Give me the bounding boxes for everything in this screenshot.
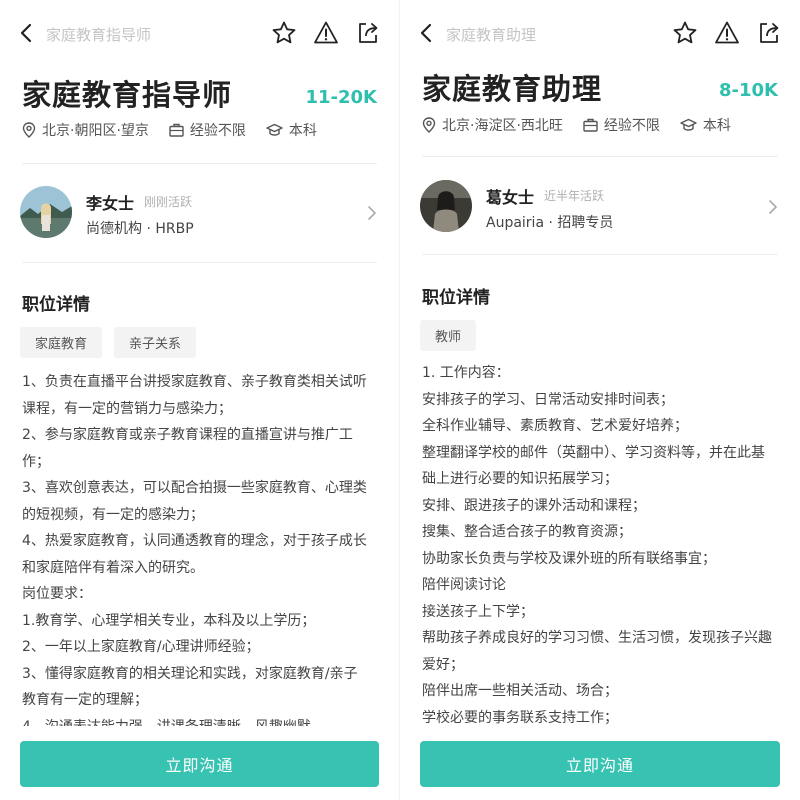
meta-experience: 经验不限 [583,115,660,135]
top-actions [672,20,782,46]
meta-location: 北京·朝阳区·望京 [22,120,149,140]
description-line: 课程，有一定的营销力与感染力； [22,400,232,417]
description-line: 1. 工作内容： [422,365,510,381]
description-line: 安排、跟进孩子的课外活动和课程； [422,497,646,514]
recruiter-name: 葛女士 [486,188,535,207]
description-line: 础上进行必要的知识拓展学习； [422,471,618,487]
active-status: 近半年活跃 [544,189,605,203]
job-description: 1. 工作内容： 安排孩子的学习、日常活动安排时间表； 全科作业辅导、素质教育、… [422,360,778,731]
tag-list: 家庭教育 亲子关系 [20,327,197,358]
description-line: 4、热爱家庭教育，认同通透教育的理念，对于孩子成长 [22,533,367,549]
recruiter-company: 尚德机构 · HRBP [86,221,194,237]
section-title: 职位详情 [22,295,90,315]
description-line: 搜集、整合适合孩子的教育资源； [422,524,632,540]
tag: 家庭教育 [20,327,103,358]
graduation-cap-icon [680,118,697,131]
description-line: 作； [22,453,50,470]
star-icon[interactable] [271,20,297,46]
job-detail-screen-right: 家庭教育助理 家庭教育助理 8-10K 北京·海淀区·西北旺 经验不限 本科 葛… [400,0,800,800]
job-meta: 北京·朝阳区·望京 经验不限 本科 [22,120,337,140]
job-meta: 北京·海淀区·西北旺 经验不限 本科 [422,115,751,135]
location-text: 北京·朝阳区·望京 [42,123,149,139]
description-line: 全科作业辅导、素质教育、艺术爱好培养； [422,418,688,434]
back-chevron-icon[interactable] [416,22,438,44]
recruiter-card[interactable]: 葛女士 近半年活跃 Aupairia · 招聘专员 [420,180,780,256]
avatar [20,186,72,238]
back-chevron-icon[interactable] [16,22,38,44]
chat-now-button[interactable]: 立即沟通 [20,741,379,787]
top-bar: 家庭教育指导师 [0,0,399,68]
description-line: 2、参与家庭教育或亲子教育课程的直播宣讲与推广工 [22,427,353,443]
bottom-bar: 立即沟通 [0,726,399,800]
chevron-right-icon [368,206,376,220]
description-line: 岗位要求： [22,586,92,602]
location-text: 北京·海淀区·西北旺 [442,118,563,134]
description-line: 1.教育学、心理学相关专业，本科及以上学历； [22,612,316,629]
share-icon[interactable] [756,20,782,46]
description-line: 和家庭陪伴有着深入的研究。 [22,559,204,576]
divider [422,254,778,255]
description-line: 陪伴出席一些相关活动、场合； [422,683,618,699]
recruiter-company: Aupairia · 招聘专员 [486,215,614,231]
briefcase-icon [169,123,184,137]
description-line: 整理翻译学校的邮件（英翻中）、学习资料等，并在此基 [422,444,765,461]
education-text: 本科 [702,118,731,134]
salary: 11-20K [305,87,377,108]
location-pin-icon [22,122,36,138]
description-line: 的短视频，有一定的感染力； [22,506,204,523]
nav-title: 家庭教育指导师 [46,26,152,44]
graduation-cap-icon [266,123,283,136]
description-line: 1、负责在直播平台讲授家庭教育、亲子教育类相关试听 [22,374,367,390]
warning-icon[interactable] [313,20,339,46]
description-line: 3、懂得家庭教育的相关理论和实践，对家庭教育/亲子 [22,665,358,682]
divider [22,163,377,164]
bottom-bar: 立即沟通 [400,726,800,800]
meta-experience: 经验不限 [169,120,246,140]
experience-text: 经验不限 [189,123,246,139]
tag-list: 教师 [420,320,477,351]
description-line: 爱好； [422,656,464,673]
meta-education: 本科 [680,115,731,135]
tag: 亲子关系 [114,327,197,358]
description-line: 帮助孩子养成良好的学习习惯、生活习惯，发现孩子兴趣 [422,630,772,646]
avatar [420,180,472,232]
description-line: 接送孩子上下学； [422,603,534,620]
recruiter-card[interactable]: 李女士 刚刚活跃 尚德机构 · HRBP [20,186,379,262]
description-line: 教育有一定的理解； [22,692,148,708]
description-line: 协助家长负责与学校及课外班的所有联络事宜； [422,550,716,567]
salary: 8-10K [719,80,778,101]
share-icon[interactable] [355,20,381,46]
experience-text: 经验不限 [603,118,660,134]
location-pin-icon [422,117,436,133]
job-description: 1、负责在直播平台讲授家庭教育、亲子教育类相关试听 课程，有一定的营销力与感染力… [22,369,377,740]
chat-now-button[interactable]: 立即沟通 [420,741,780,787]
screens: 家庭教育指导师 家庭教育指导师 11-20K 北京·朝阳区·望京 经验不限 本科 [0,0,800,800]
job-detail-screen-left: 家庭教育指导师 家庭教育指导师 11-20K 北京·朝阳区·望京 经验不限 本科 [0,0,400,800]
education-text: 本科 [288,123,317,139]
active-status: 刚刚活跃 [144,195,193,209]
description-line: 陪伴阅读讨论 [422,577,506,593]
job-title: 家庭教育助理 [422,72,603,106]
warning-icon[interactable] [714,20,740,46]
description-line: 3、喜欢创意表达，可以配合拍摄一些家庭教育、心理类 [22,480,367,496]
description-line: 2、一年以上家庭教育/心理讲师经验； [22,639,260,655]
divider [422,156,778,157]
description-line: 安排孩子的学习、日常活动安排时间表； [422,391,674,408]
meta-location: 北京·海淀区·西北旺 [422,115,563,135]
star-icon[interactable] [672,20,698,46]
tag: 教师 [420,320,477,351]
section-title: 职位详情 [422,288,490,308]
recruiter-name: 李女士 [86,194,135,213]
nav-title: 家庭教育助理 [446,26,537,44]
chevron-right-icon [769,200,777,214]
top-actions [271,20,381,46]
meta-education: 本科 [266,120,317,140]
briefcase-icon [583,118,598,132]
job-title: 家庭教育指导师 [22,78,233,112]
top-bar: 家庭教育助理 [400,0,800,68]
divider [22,262,377,263]
